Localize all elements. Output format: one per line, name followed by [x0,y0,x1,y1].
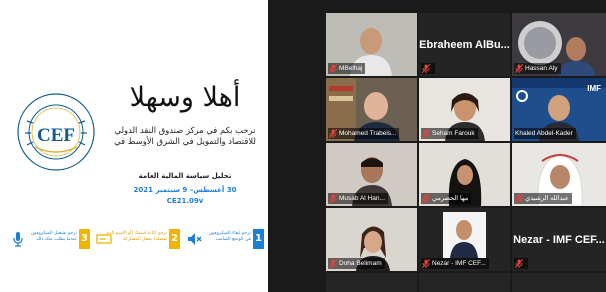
participants-gallery: MBelhaj Ebraheem AlBu... Hassan Aly Moha… [326,0,606,292]
participant-tile[interactable]: Musab Al Han... [326,143,417,206]
participant-label: Musab Al Han... [328,193,388,204]
participant-tile[interactable]: Hassan Aly [512,13,606,76]
muted-mic-icon [422,259,430,268]
participant-tile[interactable]: MBelhaj [326,13,417,76]
participant-tile[interactable] [512,273,606,292]
instruction-number-2: 2 [169,229,180,249]
muted-mic-icon [329,259,337,268]
participant-tile[interactable]: Seham Farouk [419,78,510,141]
participant-tile[interactable]: عبدالله الرشيدي [512,143,606,206]
muted-mic-icon [422,129,430,138]
participant-tile[interactable] [419,273,510,292]
muted-mic-icon [329,194,337,203]
course-code: CE21.09v [166,197,204,205]
participant-label: Seham Farouk [421,128,478,139]
participant-label [421,63,435,74]
mute-speaker-icon [188,233,202,245]
participant-label: Doha Belimam [328,258,385,269]
participant-label: Khaled Abdel-Kader [514,128,576,139]
screen-share-border [268,0,326,292]
participant-tile[interactable]: Ebraheem AlBu... [419,13,510,76]
course-dates: 30 أغسطس– 9 سبتمبر 2021 [133,186,237,194]
participant-label: Hassan Aly [514,63,561,74]
instruction-2-line2: تفضله) بحقل المشاركة [122,237,167,242]
participant-label [514,258,528,269]
participant-label: MBelhaj [328,63,366,74]
participant-tile[interactable] [326,273,417,292]
participant-name: Ebraheem AlBu... [419,38,510,51]
welcome-heading: أهلا وسهلا [129,82,241,113]
course-title: تحليل سياسة المالية العامة [138,172,232,180]
intro-line-1: نرحب بكم في مركز صندوق النقد الدولي [114,125,256,135]
instruction-mute: 1 نرجو إبقاء الميكروفون في الوضع الصامت [186,229,264,249]
muted-mic-icon [515,64,523,73]
shared-screen-slide: CEF أهلا وسهلا نرحب بكم في مركز صندوق ال… [0,0,268,292]
muted-mic-icon [422,194,430,203]
microphone-icon [13,232,23,247]
participant-tile[interactable]: Mohamed Trabels... [326,78,417,141]
muted-mic-icon [329,129,337,138]
instruction-number-1: 1 [253,229,264,249]
instruction-text-1: نرجو إبقاء الميكروفون في الوضع الصامت [209,231,251,243]
participant-tile[interactable]: Nezar - IMF CEF... [512,208,606,271]
muted-mic-icon [422,64,430,73]
participant-tile[interactable]: مها الحضرمي [419,143,510,206]
instruction-unmute: 3 نرجو تشغيل الميكروفون عندما يطلب منك ذ… [10,229,90,249]
participant-tile[interactable]: Nezar - IMF CEF... [419,208,510,271]
participant-label: Mohamed Trabels... [328,128,400,139]
participant-tile-active-speaker[interactable]: IMF Khaled Abdel-Kader [512,78,606,141]
imf-badge: IMF [587,84,601,93]
participant-label: مها الحضرمي [421,193,472,204]
participant-label: Nezar - IMF CEF... [421,258,489,269]
muted-mic-icon [515,259,523,268]
instruction-number-3: 3 [79,229,90,249]
instruction-text-2: نرجو كتابة اسمك (أو الاسم الذي تفضله) بح… [106,231,167,243]
instruction-text-3: نرجو تشغيل الميكروفون عندما يطلب منك ذلك [31,231,77,243]
participant-name: Nezar - IMF CEF... [513,233,605,246]
participant-tile[interactable]: Doha Belimam [326,208,417,271]
instruction-1-line2: في الوضع الصامت [215,237,251,242]
cef-logo: CEF [17,93,95,171]
rename-icon [96,234,112,244]
muted-mic-icon [329,64,337,73]
intro-line-2: للاقتصاد والتمويل في الشرق الأوسط في [114,136,256,146]
muted-mic-icon [515,194,523,203]
svg-text:CEF: CEF [37,125,75,146]
participant-label: عبدالله الرشيدي [514,193,572,204]
instruction-rename: 2 نرجو كتابة اسمك (أو الاسم الذي تفضله) … [96,229,180,249]
instruction-3-line2: عندما يطلب منك ذلك [36,237,77,242]
